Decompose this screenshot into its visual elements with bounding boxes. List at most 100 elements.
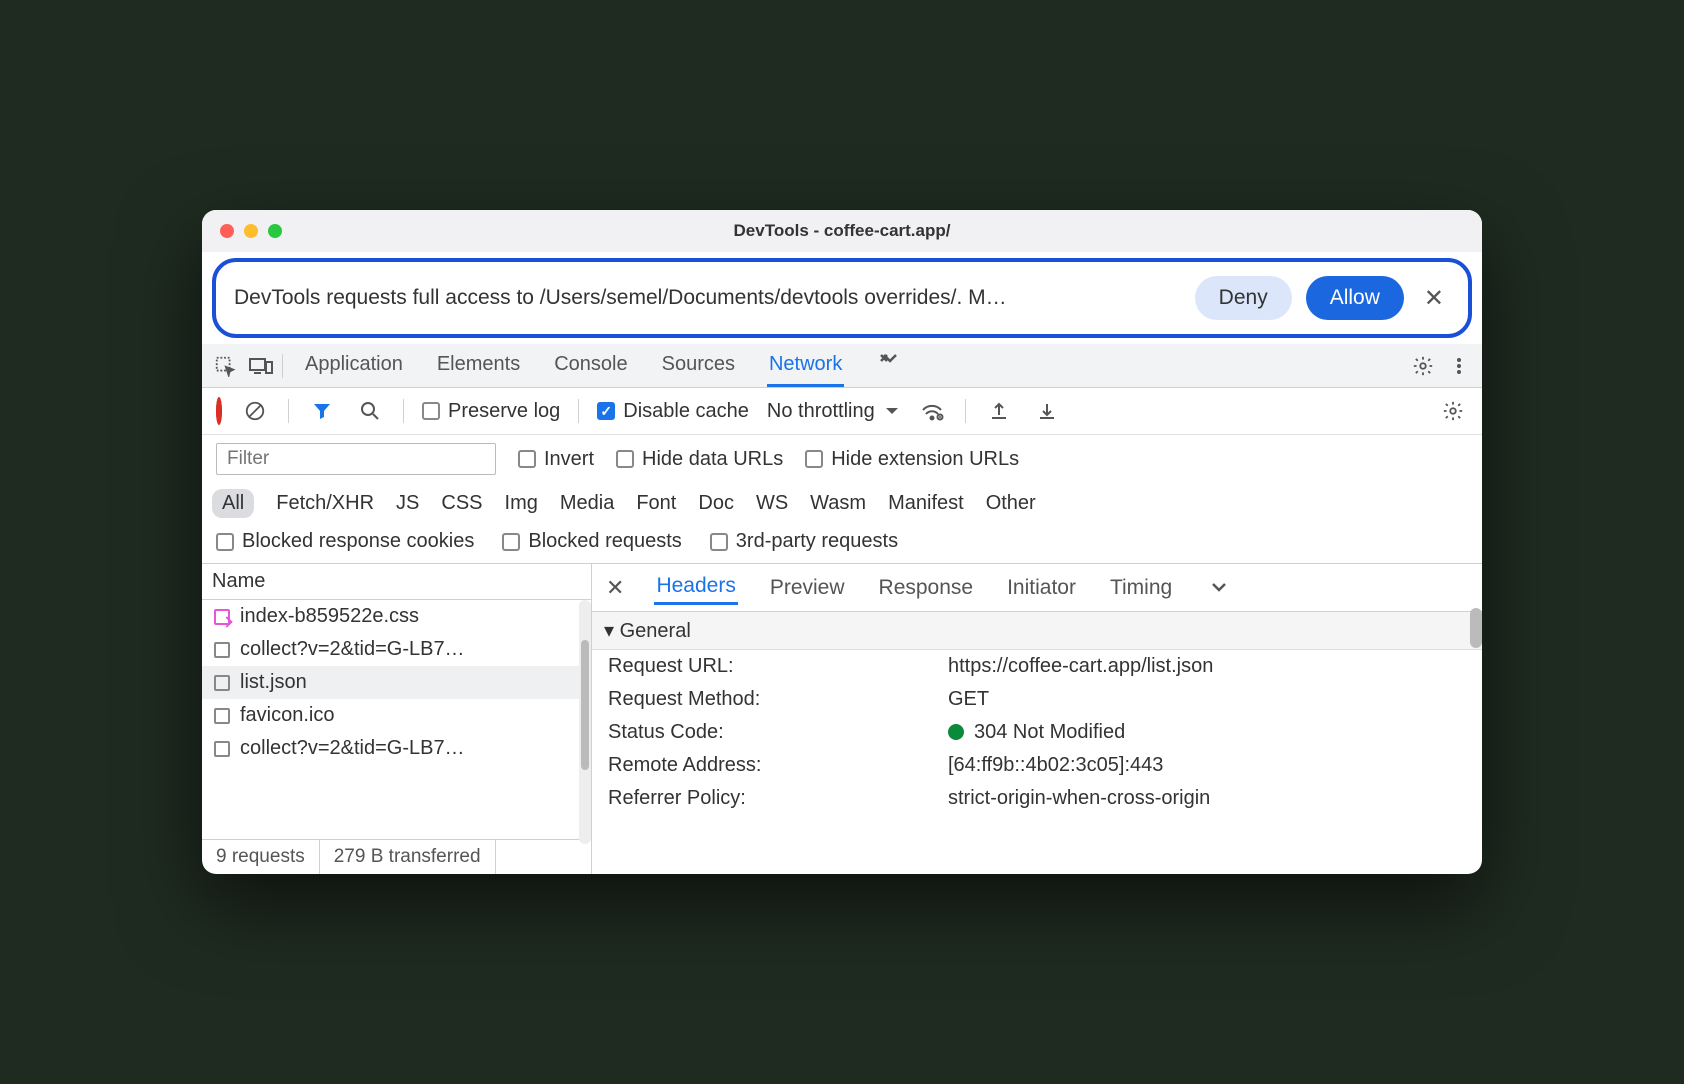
titlebar: DevTools - coffee-cart.app/	[202, 210, 1482, 252]
type-fetch[interactable]: Fetch/XHR	[276, 492, 374, 515]
device-toggle-icon[interactable]	[246, 351, 276, 381]
override-icon	[214, 609, 230, 625]
tab-network[interactable]: Network	[767, 345, 844, 387]
content-area: Name index-b859522e.css collect?v=2&tid=…	[202, 564, 1482, 874]
separator	[403, 399, 404, 423]
tab-elements[interactable]: Elements	[435, 345, 522, 387]
type-ws[interactable]: WS	[756, 492, 788, 515]
throttling-value: No throttling	[767, 400, 875, 423]
status-code-row: Status Code:304 Not Modified	[592, 716, 1482, 749]
type-manifest[interactable]: Manifest	[888, 492, 964, 515]
scrollbar[interactable]	[1470, 608, 1482, 648]
gear-icon[interactable]	[1438, 396, 1468, 426]
tab-sources[interactable]: Sources	[660, 345, 737, 387]
more-tabs-icon[interactable]	[874, 345, 904, 375]
request-icon	[214, 708, 230, 724]
throttling-select[interactable]: No throttling	[767, 400, 899, 423]
table-row[interactable]: collect?v=2&tid=G-LB7…	[202, 633, 591, 666]
tab-initiator[interactable]: Initiator	[1005, 572, 1078, 604]
window-close-button[interactable]	[220, 224, 234, 238]
filter-row: Invert Hide data URLs Hide extension URL…	[202, 435, 1482, 483]
preserve-log-label: Preserve log	[448, 400, 560, 423]
third-party-checkbox[interactable]: 3rd-party requests	[710, 530, 898, 553]
scrollbar[interactable]	[579, 600, 591, 844]
request-icon	[214, 675, 230, 691]
general-section-header[interactable]: ▾ General	[592, 612, 1482, 650]
type-font[interactable]: Font	[636, 492, 676, 515]
name-column-header[interactable]: Name	[202, 564, 591, 600]
request-url-row: Request URL:https://coffee-cart.app/list…	[592, 650, 1482, 683]
status-dot-icon	[948, 724, 964, 740]
resource-type-filter: All Fetch/XHR JS CSS Img Media Font Doc …	[202, 483, 1482, 524]
window-title: DevTools - coffee-cart.app/	[202, 221, 1482, 241]
clear-icon[interactable]	[240, 396, 270, 426]
hide-extension-urls-checkbox[interactable]: Hide extension URLs	[805, 448, 1019, 471]
alert-message: DevTools requests full access to /Users/…	[234, 286, 1181, 310]
table-row[interactable]: favicon.ico	[202, 699, 591, 732]
detail-tabs: ✕ Headers Preview Response Initiator Tim…	[592, 564, 1482, 612]
gear-icon[interactable]	[1408, 351, 1438, 381]
window-zoom-button[interactable]	[268, 224, 282, 238]
tab-timing[interactable]: Timing	[1108, 572, 1174, 604]
table-row[interactable]: index-b859522e.css	[202, 600, 591, 633]
separator	[965, 399, 966, 423]
invert-checkbox[interactable]: Invert	[518, 448, 594, 471]
devtools-window: DevTools - coffee-cart.app/ DevTools req…	[202, 210, 1482, 874]
upload-icon[interactable]	[984, 396, 1014, 426]
type-other[interactable]: Other	[986, 492, 1036, 515]
type-media[interactable]: Media	[560, 492, 614, 515]
status-bar: 9 requests 279 B transferred	[202, 839, 591, 874]
network-conditions-icon[interactable]	[917, 396, 947, 426]
type-doc[interactable]: Doc	[698, 492, 734, 515]
inspect-icon[interactable]	[210, 351, 240, 381]
blocked-cookies-checkbox[interactable]: Blocked response cookies	[216, 530, 474, 553]
disable-cache-checkbox[interactable]: Disable cache	[597, 400, 749, 423]
search-icon[interactable]	[355, 396, 385, 426]
window-minimize-button[interactable]	[244, 224, 258, 238]
deny-button[interactable]: Deny	[1195, 276, 1292, 320]
request-method-row: Request Method:GET	[592, 683, 1482, 716]
request-list-panel: Name index-b859522e.css collect?v=2&tid=…	[202, 564, 592, 874]
filter-input[interactable]	[216, 443, 496, 475]
request-list: index-b859522e.css collect?v=2&tid=G-LB7…	[202, 600, 591, 839]
network-toolbar: Preserve log Disable cache No throttling	[202, 388, 1482, 435]
type-all[interactable]: All	[212, 489, 254, 518]
tab-console[interactable]: Console	[552, 345, 629, 387]
record-button[interactable]	[216, 400, 222, 423]
separator	[288, 399, 289, 423]
tab-headers[interactable]: Headers	[654, 570, 737, 605]
referrer-policy-row: Referrer Policy:strict-origin-when-cross…	[592, 782, 1482, 815]
download-icon[interactable]	[1032, 396, 1062, 426]
allow-button[interactable]: Allow	[1306, 276, 1404, 320]
separator	[282, 354, 283, 378]
preserve-log-checkbox[interactable]: Preserve log	[422, 400, 560, 423]
detail-panel: ✕ Headers Preview Response Initiator Tim…	[592, 564, 1482, 874]
close-icon[interactable]: ✕	[1418, 284, 1450, 313]
disable-cache-label: Disable cache	[623, 400, 749, 423]
remote-address-row: Remote Address:[64:ff9b::4b02:3c05]:443	[592, 749, 1482, 782]
access-alert: DevTools requests full access to /Users/…	[212, 258, 1472, 338]
table-row[interactable]: list.json	[202, 666, 591, 699]
type-wasm[interactable]: Wasm	[810, 492, 866, 515]
panel-tabs: Application Elements Console Sources Net…	[202, 344, 1482, 388]
hide-data-urls-checkbox[interactable]: Hide data URLs	[616, 448, 783, 471]
status-transferred: 279 B transferred	[320, 840, 496, 874]
tab-response[interactable]: Response	[877, 572, 976, 604]
filter-options-row: Blocked response cookies Blocked request…	[202, 524, 1482, 564]
status-requests: 9 requests	[202, 840, 320, 874]
tab-preview[interactable]: Preview	[768, 572, 847, 604]
blocked-requests-checkbox[interactable]: Blocked requests	[502, 530, 681, 553]
more-tabs-icon[interactable]	[1204, 573, 1234, 603]
chevron-down-icon	[885, 406, 899, 416]
request-icon	[214, 741, 230, 757]
tab-application[interactable]: Application	[303, 345, 405, 387]
type-css[interactable]: CSS	[441, 492, 482, 515]
table-row[interactable]: collect?v=2&tid=G-LB7…	[202, 732, 591, 765]
close-icon[interactable]: ✕	[606, 575, 624, 601]
filter-icon[interactable]	[307, 396, 337, 426]
type-img[interactable]: Img	[505, 492, 538, 515]
request-icon	[214, 642, 230, 658]
type-js[interactable]: JS	[396, 492, 419, 515]
separator	[578, 399, 579, 423]
kebab-icon[interactable]	[1444, 351, 1474, 381]
